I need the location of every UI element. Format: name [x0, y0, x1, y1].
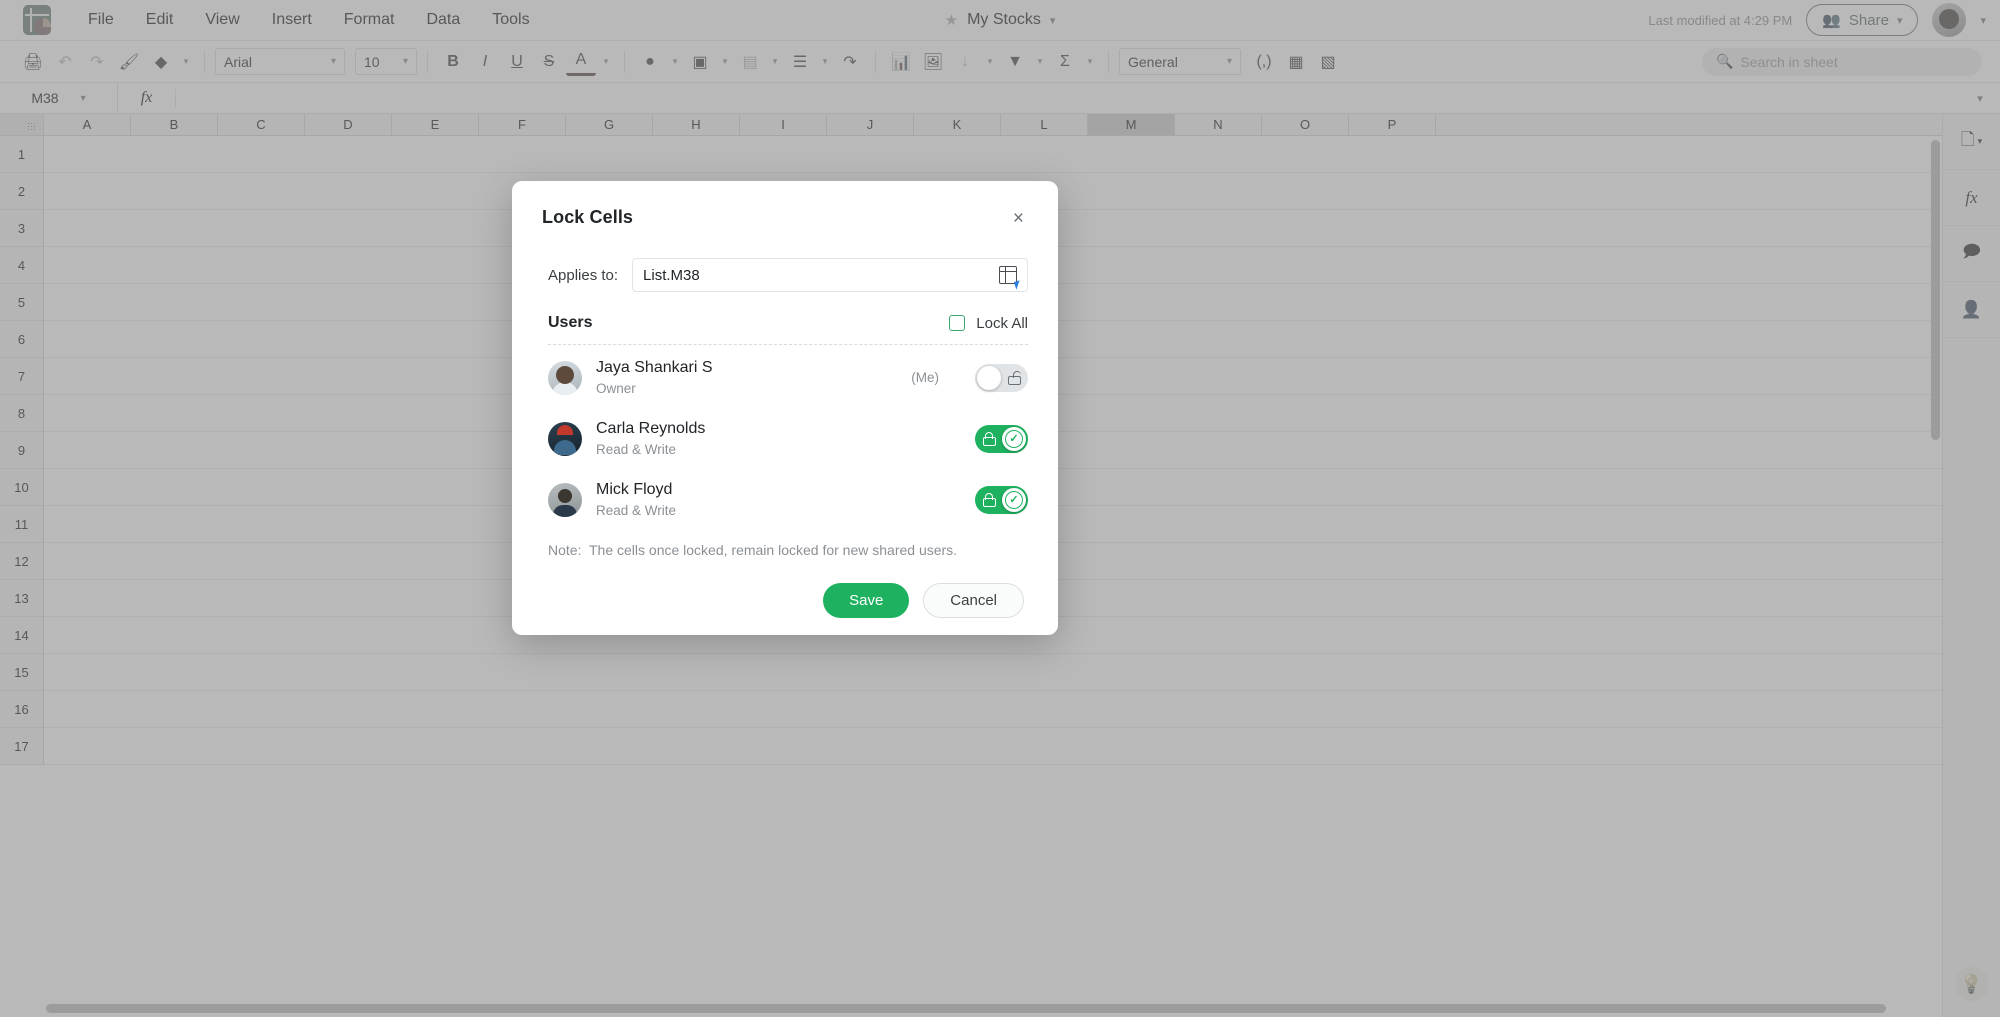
user-info: Carla Reynolds Read & Write: [596, 420, 705, 457]
dialog-header: Lock Cells ×: [512, 181, 1058, 230]
user-info: Mick Floyd Read & Write: [596, 481, 676, 518]
user-role: Read & Write: [596, 503, 676, 518]
applies-to-row: Applies to: List.M38: [512, 230, 1058, 292]
applies-to-label: Applies to:: [548, 267, 618, 284]
lock-all-control[interactable]: Lock All: [949, 315, 1028, 332]
user-role: Read & Write: [596, 442, 705, 457]
avatar: [548, 483, 582, 517]
user-row-owner: Jaya Shankari S Owner (Me): [548, 347, 1028, 408]
avatar: [548, 422, 582, 456]
range-picker-icon[interactable]: [999, 266, 1017, 284]
user-list: Jaya Shankari S Owner (Me) Carla Reynold…: [512, 345, 1058, 530]
dialog-title: Lock Cells: [542, 207, 633, 228]
user-name: Carla Reynolds: [596, 420, 705, 438]
user-name: Jaya Shankari S: [596, 359, 713, 377]
note-prefix: Note:: [548, 542, 581, 558]
save-button[interactable]: Save: [823, 583, 909, 618]
users-label: Users: [548, 314, 592, 332]
toggle-knob: ✓: [1002, 488, 1026, 512]
lock-all-label: Lock All: [976, 315, 1028, 332]
avatar: [548, 361, 582, 395]
unlock-icon: [1005, 369, 1023, 387]
app-root: File Edit View Insert Format Data Tools …: [0, 0, 2000, 1017]
note-row: Note: The cells once locked, remain lock…: [512, 530, 1058, 558]
check-icon: ✓: [1005, 430, 1023, 448]
lock-cells-dialog: Lock Cells × Applies to: List.M38 Users …: [512, 181, 1058, 635]
lock-all-checkbox[interactable]: [949, 315, 965, 331]
note-text: The cells once locked, remain locked for…: [589, 542, 957, 558]
me-tag: (Me): [911, 370, 939, 385]
applies-to-value: List.M38: [643, 267, 700, 284]
lock-icon: [980, 491, 998, 509]
user-row-collaborator: Mick Floyd Read & Write ✓: [548, 469, 1028, 530]
users-header-row: Users Lock All: [512, 292, 1058, 332]
lock-toggle[interactable]: ✓: [975, 486, 1028, 514]
user-info: Jaya Shankari S Owner: [596, 359, 713, 396]
toggle-knob: ✓: [1002, 427, 1026, 451]
applies-to-input[interactable]: List.M38: [632, 258, 1028, 292]
check-icon: ✓: [1005, 491, 1023, 509]
toggle-knob: [977, 366, 1001, 390]
lock-toggle[interactable]: ✓: [975, 425, 1028, 453]
dialog-actions: Save Cancel: [512, 558, 1058, 618]
user-role: Owner: [596, 381, 713, 396]
close-icon[interactable]: ×: [1009, 207, 1028, 230]
user-row-collaborator: Carla Reynolds Read & Write ✓: [548, 408, 1028, 469]
lock-icon: [980, 430, 998, 448]
user-name: Mick Floyd: [596, 481, 676, 499]
lock-toggle[interactable]: [975, 364, 1028, 392]
cancel-button[interactable]: Cancel: [923, 583, 1024, 618]
